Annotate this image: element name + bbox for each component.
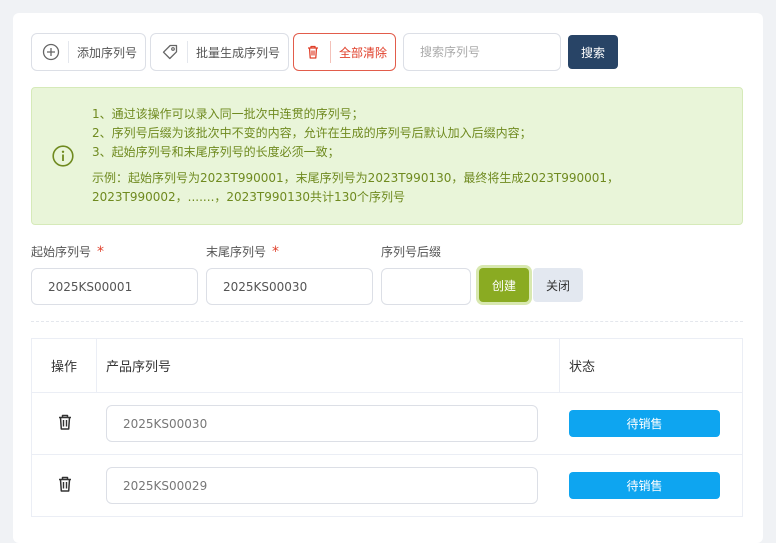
toolbar: 添加序列号 批量生成序列号 全部清除 搜索 xyxy=(31,33,619,71)
clear-all-label: 全部清除 xyxy=(339,45,388,60)
plus-circle-icon xyxy=(40,41,62,63)
suffix-label: 序列号后缀 xyxy=(381,243,441,260)
row-serial-input[interactable] xyxy=(106,405,538,442)
notice-line: 1、通过该操作可以录入同一批次中连贯的序列号； xyxy=(92,107,364,121)
start-serial-input[interactable] xyxy=(31,268,198,305)
separator xyxy=(187,41,189,63)
suffix-label-text: 序列号后缀 xyxy=(381,245,442,259)
row-status-cell: 待销售 xyxy=(560,393,742,454)
row-serial-cell xyxy=(97,393,560,454)
start-serial-label-text: 起始序列号 xyxy=(31,245,92,259)
info-icon xyxy=(52,145,74,167)
row-status-cell: 待销售 xyxy=(560,455,742,516)
info-notice: 1、通过该操作可以录入同一批次中连贯的序列号； 2、序列号后缀为该批次中不变的内… xyxy=(31,87,743,225)
required-mark: * xyxy=(97,244,105,260)
end-serial-label: 末尾序列号 * xyxy=(206,243,279,260)
status-badge[interactable]: 待销售 xyxy=(569,410,720,437)
delete-row-icon[interactable] xyxy=(56,413,74,435)
close-button[interactable]: 关闭 xyxy=(533,268,583,302)
table-header: 操作 产品序列号 状态 xyxy=(32,339,742,393)
start-serial-label: 起始序列号 * xyxy=(31,243,104,260)
divider xyxy=(31,321,743,322)
table-row: 待销售 xyxy=(32,393,742,455)
separator xyxy=(68,41,69,63)
row-serial-input[interactable] xyxy=(106,467,538,504)
search-button[interactable]: 搜索 xyxy=(568,35,619,69)
end-serial-input[interactable] xyxy=(206,268,373,305)
table-row: 待销售 xyxy=(32,455,742,517)
row-actions xyxy=(32,455,97,516)
batch-generate-label: 批量生成序列号 xyxy=(196,45,281,60)
header-serial: 产品序列号 xyxy=(97,339,560,392)
header-status: 状态 xyxy=(569,360,596,375)
status-badge[interactable]: 待销售 xyxy=(569,472,720,499)
serial-table: 操作 产品序列号 状态 待销售 xyxy=(31,338,743,517)
add-serial-label: 添加序列号 xyxy=(77,45,138,60)
notice-line: 3、起始序列号和末尾序列号的长度必须一致； xyxy=(92,145,340,159)
add-serial-button[interactable]: 添加序列号 xyxy=(31,33,147,71)
row-serial-cell xyxy=(97,455,560,516)
batch-generate-button[interactable]: 批量生成序列号 xyxy=(150,33,290,71)
notice-lines: 1、通过该操作可以录入同一批次中连贯的序列号； 2、序列号后缀为该批次中不变的内… xyxy=(92,105,532,162)
row-actions xyxy=(32,393,97,454)
search-input[interactable] xyxy=(403,33,562,71)
end-serial-label-text: 末尾序列号 xyxy=(206,245,267,259)
serial-number-panel: 添加序列号 批量生成序列号 全部清除 搜索 1、通过该操作可以录入同一批次中连贯… xyxy=(13,13,763,543)
suffix-input[interactable] xyxy=(381,268,471,305)
clear-all-button[interactable]: 全部清除 xyxy=(293,33,397,71)
notice-line: 2、序列号后缀为该批次中不变的内容，允许在生成的序列号后默认加入后缀内容； xyxy=(92,126,532,140)
header-actions: 操作 xyxy=(32,339,97,392)
create-button[interactable]: 创建 xyxy=(479,268,529,302)
trash-icon xyxy=(302,41,324,63)
required-mark: * xyxy=(272,244,280,260)
notice-example: 示例：起始序列号为2023T990001，末尾序列号为2023T990130，最… xyxy=(92,171,620,204)
delete-row-icon[interactable] xyxy=(56,475,74,497)
separator xyxy=(330,41,332,63)
tag-icon xyxy=(159,41,181,63)
